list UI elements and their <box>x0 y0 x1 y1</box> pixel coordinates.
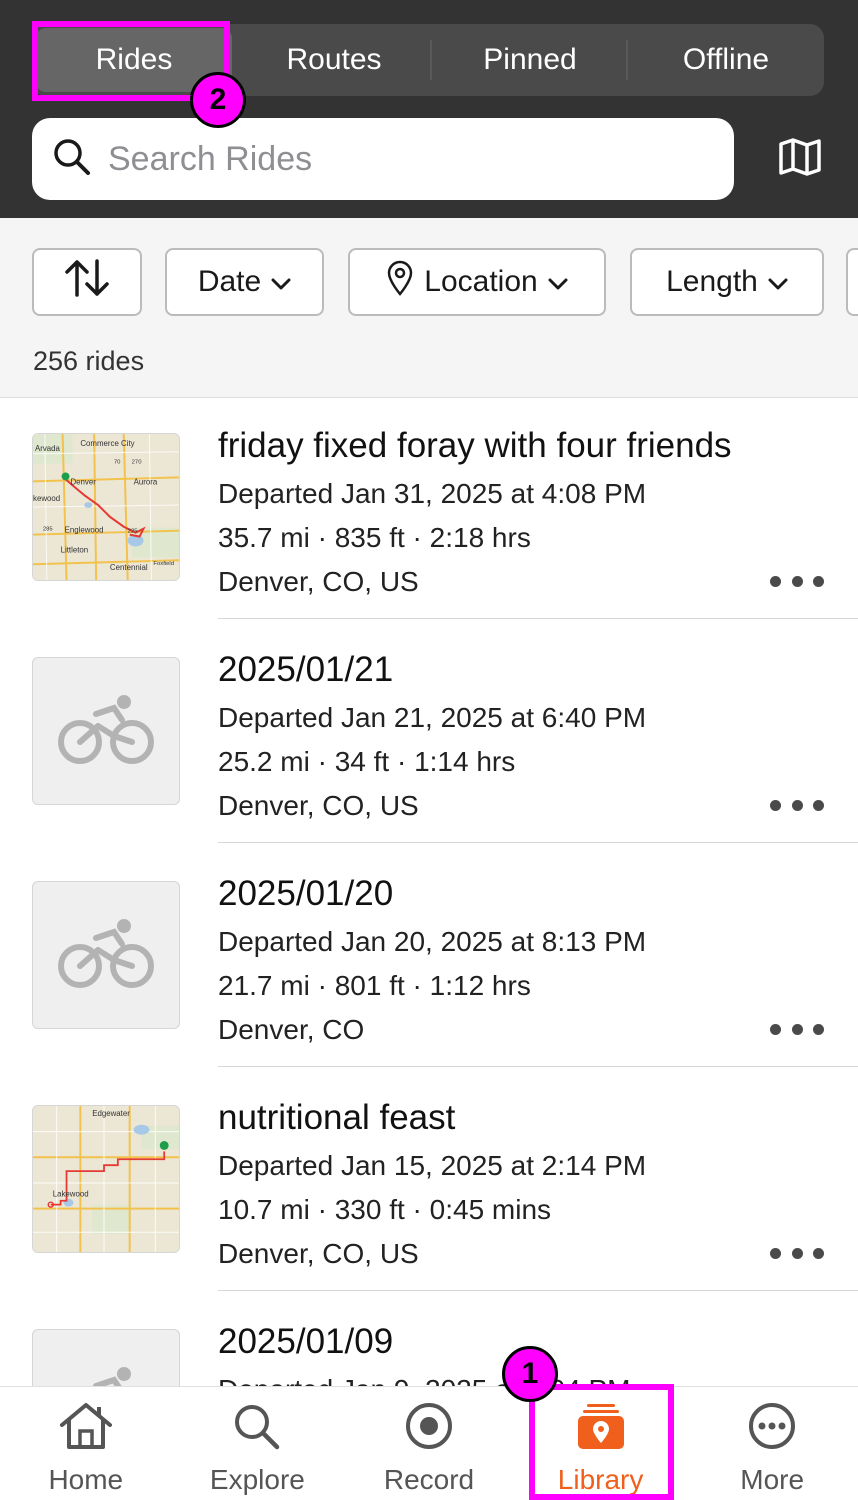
more-icon <box>746 1401 798 1458</box>
tab-home[interactable]: Home <box>0 1387 172 1500</box>
ride-stats: 35.7 mi · 835 ft · 2:18 hrs <box>218 522 531 553</box>
more-options-icon[interactable] <box>770 795 824 815</box>
filter-bar: Date Location Length 256 rides <box>0 218 858 398</box>
ride-title: 2025/01/20 <box>218 874 394 913</box>
more-options-icon[interactable] <box>770 1019 824 1039</box>
segment-offline-label: Offline <box>682 43 770 76</box>
search-input[interactable] <box>108 139 688 179</box>
tab-record-label: Record <box>383 1464 475 1495</box>
more-filters-button[interactable] <box>846 248 858 316</box>
ride-location: Denver, CO, US <box>218 566 419 597</box>
ride-row[interactable]: 2025/01/21 Departed Jan 21, 2025 at 6:40… <box>0 622 858 846</box>
bicycle-icon <box>56 1364 156 1388</box>
map-label: Centennial <box>110 563 148 572</box>
map-label: Littleton <box>61 545 89 554</box>
sort-arrows-icon <box>63 258 111 306</box>
tab-record[interactable]: Record <box>343 1387 515 1500</box>
tab-explore[interactable]: Explore <box>172 1387 344 1500</box>
ride-title: 2025/01/21 <box>218 650 394 689</box>
row-divider <box>218 1066 858 1067</box>
ride-row[interactable]: Commerce City Arvada Denver Aurora kewoo… <box>0 398 858 622</box>
map-label: kewood <box>33 494 60 503</box>
map-label: Denver <box>70 477 96 486</box>
library-tab-highlight <box>529 1384 674 1500</box>
segment-offline[interactable]: Offline <box>628 24 824 96</box>
ride-location: Denver, CO <box>218 1014 365 1045</box>
map-label: 270 <box>132 460 143 466</box>
tab-explore-label: Explore <box>209 1464 305 1495</box>
map-label: 285 <box>43 527 54 533</box>
ride-stats: 10.7 mi · 330 ft · 0:45 mins <box>218 1194 552 1225</box>
segment-pinned-label: Pinned <box>483 43 577 76</box>
map-label: 70 <box>114 460 121 466</box>
record-icon <box>403 1401 455 1458</box>
map-icon <box>778 137 822 182</box>
ride-list: Commerce City Arvada Denver Aurora kewoo… <box>0 398 858 1388</box>
ride-departed: Departed Jan 31, 2025 at 4:08 PM <box>218 478 647 509</box>
map-label: Commerce City <box>80 439 134 448</box>
chevron-down-icon <box>271 265 291 299</box>
length-filter-button[interactable]: Length <box>630 248 824 316</box>
ride-location: Denver, CO, US <box>218 790 419 821</box>
row-divider <box>218 842 858 843</box>
bicycle-icon <box>56 692 156 771</box>
map-label: Aurora <box>134 477 158 486</box>
ride-title: nutritional feast <box>218 1098 456 1137</box>
length-filter-label: Length <box>666 265 758 298</box>
ride-row[interactable]: 2025/01/20 Departed Jan 20, 2025 at 8:13… <box>0 846 858 1070</box>
ride-stats: 25.2 mi · 34 ft · 1:14 hrs <box>218 746 516 777</box>
map-label: Edgewater <box>92 1109 130 1118</box>
more-options-icon[interactable] <box>770 1243 824 1263</box>
annotation-badge-2: 2 <box>190 72 246 128</box>
tab-more-label: More <box>740 1464 805 1495</box>
chevron-down-icon <box>548 265 568 299</box>
location-pin-icon <box>386 260 414 304</box>
bike-placeholder-thumbnail <box>32 1329 180 1388</box>
map-label: Arvada <box>35 444 61 453</box>
ride-row[interactable]: 2025/01/09 Departed Jan 9, 2025 at 5:04 … <box>0 1294 858 1388</box>
map-view-button[interactable] <box>770 134 830 184</box>
bike-placeholder-thumbnail <box>32 881 180 1029</box>
ride-location: Denver, CO, US <box>218 1238 419 1269</box>
map-label: Englewood <box>65 526 104 535</box>
more-options-icon[interactable] <box>770 571 824 591</box>
date-filter-button[interactable]: Date <box>165 248 324 316</box>
map-label: Foxfield <box>153 561 174 567</box>
bike-placeholder-thumbnail <box>32 657 180 805</box>
ride-departed: Departed Jan 15, 2025 at 2:14 PM <box>218 1150 647 1181</box>
location-filter-button[interactable]: Location <box>348 248 606 316</box>
segment-pinned[interactable]: Pinned <box>432 24 628 96</box>
search-icon <box>231 1401 283 1458</box>
ride-row[interactable]: Edgewater Lakewood nutritional feast Dep… <box>0 1070 858 1294</box>
row-divider <box>218 1290 858 1291</box>
ride-title: friday fixed foray with four friends <box>218 426 732 465</box>
ride-departed: Departed Jan 21, 2025 at 6:40 PM <box>218 702 647 733</box>
row-divider <box>218 618 858 619</box>
tab-more[interactable]: More <box>686 1387 858 1500</box>
ride-departed: Departed Jan 20, 2025 at 8:13 PM <box>218 926 647 957</box>
search-bar[interactable] <box>32 118 734 200</box>
search-icon <box>52 137 92 182</box>
location-filter-label: Location <box>424 265 538 298</box>
segment-routes-label: Routes <box>286 43 382 76</box>
ride-count: 256 rides <box>33 346 145 376</box>
ride-stats: 21.7 mi · 801 ft · 1:12 hrs <box>218 970 531 1001</box>
bicycle-icon <box>56 916 156 995</box>
annotation-badge-1: 1 <box>502 1346 558 1402</box>
chevron-down-icon <box>768 265 788 299</box>
home-icon <box>57 1401 115 1458</box>
route-map-thumbnail: Commerce City Arvada Denver Aurora kewoo… <box>32 433 180 581</box>
ride-title: 2025/01/09 <box>218 1322 394 1361</box>
map-label: 225 <box>128 529 139 535</box>
segment-routes[interactable]: Routes <box>236 24 432 96</box>
date-filter-label: Date <box>197 265 262 298</box>
sort-button[interactable] <box>32 248 142 316</box>
tab-home-label: Home <box>48 1464 124 1495</box>
map-label: Lakewood <box>53 1190 89 1199</box>
route-map-thumbnail: Edgewater Lakewood <box>32 1105 180 1253</box>
bottom-tab-bar: Home Explore Record Library More <box>0 1386 858 1500</box>
